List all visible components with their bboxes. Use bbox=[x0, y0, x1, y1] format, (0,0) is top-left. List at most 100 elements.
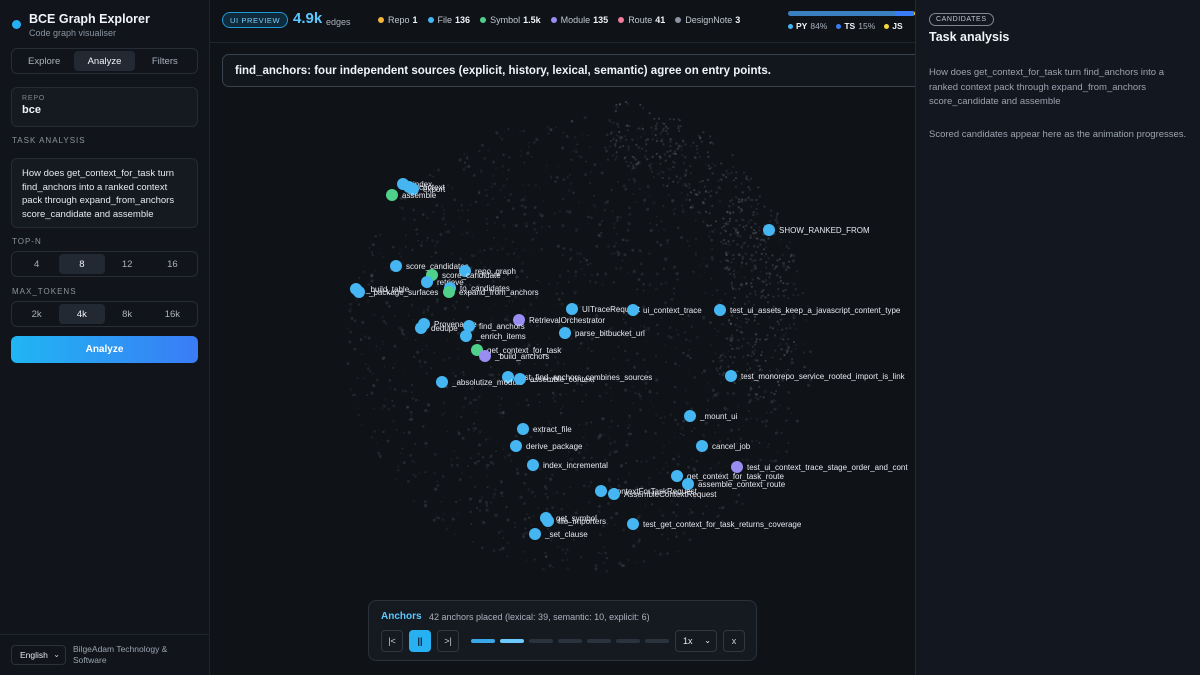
graph-node[interactable]: AssembleContextRequest bbox=[608, 488, 717, 500]
top-n-option[interactable]: 8 bbox=[59, 254, 105, 274]
tab-filters[interactable]: Filters bbox=[135, 51, 195, 71]
progress-step[interactable] bbox=[616, 639, 640, 643]
last-step-button[interactable]: >| bbox=[437, 630, 459, 652]
graph-node-dot[interactable] bbox=[714, 304, 726, 316]
graph-node[interactable]: extract_file bbox=[517, 423, 572, 435]
graph-node-dot[interactable] bbox=[627, 304, 639, 316]
max-tokens-option[interactable]: 2k bbox=[14, 304, 59, 324]
graph-node[interactable]: test_get_context_for_task_returns_covera… bbox=[627, 518, 802, 530]
graph-node[interactable]: find_anchors bbox=[463, 320, 525, 332]
graph-node-dot[interactable] bbox=[763, 224, 775, 236]
background-node bbox=[672, 265, 677, 269]
tab-explore[interactable]: Explore bbox=[14, 51, 74, 71]
legend-item[interactable]: DesignNote 3 bbox=[675, 15, 740, 25]
task-query-input[interactable]: How does get_context_for_task turn find_… bbox=[11, 158, 198, 228]
max-tokens-option[interactable]: 8k bbox=[105, 304, 150, 324]
first-step-button[interactable]: |< bbox=[381, 630, 403, 652]
background-node bbox=[787, 368, 790, 371]
graph-node-dot[interactable] bbox=[510, 440, 522, 452]
graph-node[interactable]: SHOW_RANKED_FROM bbox=[763, 224, 870, 236]
graph-node[interactable]: file_importers bbox=[542, 515, 606, 527]
analyze-button[interactable]: Analyze bbox=[11, 336, 198, 363]
background-node bbox=[758, 338, 762, 341]
graph-node-dot[interactable] bbox=[443, 286, 455, 298]
background-node bbox=[707, 178, 710, 181]
progress-step[interactable] bbox=[471, 639, 495, 643]
graph-node-dot[interactable] bbox=[696, 440, 708, 452]
graph-node[interactable]: assemble_context_route bbox=[682, 478, 786, 490]
top-n-option[interactable]: 12 bbox=[105, 254, 150, 274]
graph-node-dot[interactable] bbox=[415, 322, 427, 334]
background-node bbox=[726, 266, 729, 269]
progress-step[interactable] bbox=[529, 639, 553, 643]
graph-node-dot[interactable] bbox=[542, 515, 554, 527]
graph-node[interactable]: assemble bbox=[386, 189, 437, 201]
graph-node-dot[interactable] bbox=[595, 485, 607, 497]
graph-node-dot[interactable] bbox=[608, 488, 620, 500]
graph-node-dot[interactable] bbox=[517, 423, 529, 435]
language-select[interactable]: English ⌄ bbox=[11, 645, 66, 665]
graph-node[interactable]: cancel_job bbox=[696, 440, 751, 452]
legend-item[interactable]: Symbol 1.5k bbox=[480, 15, 541, 25]
top-n-option[interactable]: 4 bbox=[14, 254, 59, 274]
graph-node-dot[interactable] bbox=[725, 370, 737, 382]
progress-step[interactable] bbox=[558, 639, 582, 643]
graph-node[interactable]: dedupe bbox=[415, 322, 458, 334]
graph-node[interactable]: test_monorepo_service_rooted_import_is_l… bbox=[725, 370, 906, 382]
max-tokens-option[interactable]: 16k bbox=[150, 304, 195, 324]
background-node bbox=[434, 245, 437, 247]
graph-node-dot[interactable] bbox=[559, 327, 571, 339]
graph-node-dot[interactable] bbox=[527, 459, 539, 471]
progress-step[interactable] bbox=[500, 639, 524, 643]
graph-node-dot[interactable] bbox=[353, 286, 365, 298]
background-node bbox=[410, 280, 412, 282]
graph-node[interactable]: RetrievalOrchestrator bbox=[513, 314, 605, 326]
graph-node[interactable]: expand_from_anchors bbox=[443, 286, 539, 298]
speed-select[interactable]: 1x ⌄ bbox=[675, 630, 717, 652]
progress-step[interactable] bbox=[587, 639, 611, 643]
legend-item[interactable]: File 136 bbox=[427, 15, 470, 25]
background-node bbox=[672, 118, 675, 121]
repo-field[interactable]: REPO bce bbox=[11, 87, 198, 127]
step-progress[interactable] bbox=[471, 639, 674, 643]
background-node bbox=[737, 253, 740, 256]
graph-node-dot[interactable] bbox=[514, 373, 526, 385]
graph-node[interactable]: _set_clause bbox=[529, 528, 588, 540]
legend-item[interactable]: Repo 1 bbox=[378, 15, 418, 25]
close-button[interactable]: x bbox=[723, 630, 745, 652]
graph-node[interactable]: _absolutize_module bbox=[436, 376, 524, 388]
graph-node-dot[interactable] bbox=[386, 189, 398, 201]
top-n-option[interactable]: 16 bbox=[150, 254, 195, 274]
graph-node-dot[interactable] bbox=[479, 350, 491, 362]
graph-node-dot[interactable] bbox=[436, 376, 448, 388]
graph-svg[interactable]: indexcontextexportassembleSHOW_RANKED_FR… bbox=[210, 44, 915, 675]
graph-node-dot[interactable] bbox=[684, 410, 696, 422]
graph-canvas[interactable]: index context export assemble SHOW_RANKED_FR… bbox=[210, 44, 915, 675]
background-node bbox=[548, 337, 551, 340]
graph-node-label: test_ui_context_trace_stage_order_and_co… bbox=[747, 463, 908, 472]
background-node bbox=[434, 251, 438, 255]
legend-item[interactable]: Module 135 bbox=[550, 15, 608, 25]
pause-button[interactable]: || bbox=[409, 630, 431, 652]
graph-node[interactable]: retrieve bbox=[421, 276, 464, 288]
progress-step[interactable] bbox=[645, 639, 669, 643]
graph-node-dot[interactable] bbox=[671, 470, 683, 482]
legend-item[interactable]: Route 41 bbox=[618, 15, 665, 25]
graph-node[interactable]: derive_package bbox=[510, 440, 583, 452]
graph-node[interactable]: _mount_ui bbox=[684, 410, 738, 422]
graph-node-dot[interactable] bbox=[566, 303, 578, 315]
graph-node[interactable]: _enrich_items bbox=[460, 330, 526, 342]
graph-node-dot[interactable] bbox=[460, 330, 472, 342]
graph-node-dot[interactable] bbox=[529, 528, 541, 540]
max-tokens-option[interactable]: 4k bbox=[59, 304, 105, 324]
graph-node[interactable]: test_ui_assets_keep_a_javascript_content… bbox=[714, 304, 901, 316]
background-node bbox=[730, 284, 734, 287]
background-node bbox=[673, 292, 676, 295]
graph-node-dot[interactable] bbox=[421, 276, 433, 288]
tab-analyze[interactable]: Analyze bbox=[74, 51, 135, 71]
graph-node-dot[interactable] bbox=[627, 518, 639, 530]
graph-node[interactable]: parse_bitbucket_url bbox=[559, 327, 645, 339]
background-node bbox=[686, 354, 690, 358]
background-node bbox=[640, 395, 642, 398]
graph-node-dot[interactable] bbox=[390, 260, 402, 272]
